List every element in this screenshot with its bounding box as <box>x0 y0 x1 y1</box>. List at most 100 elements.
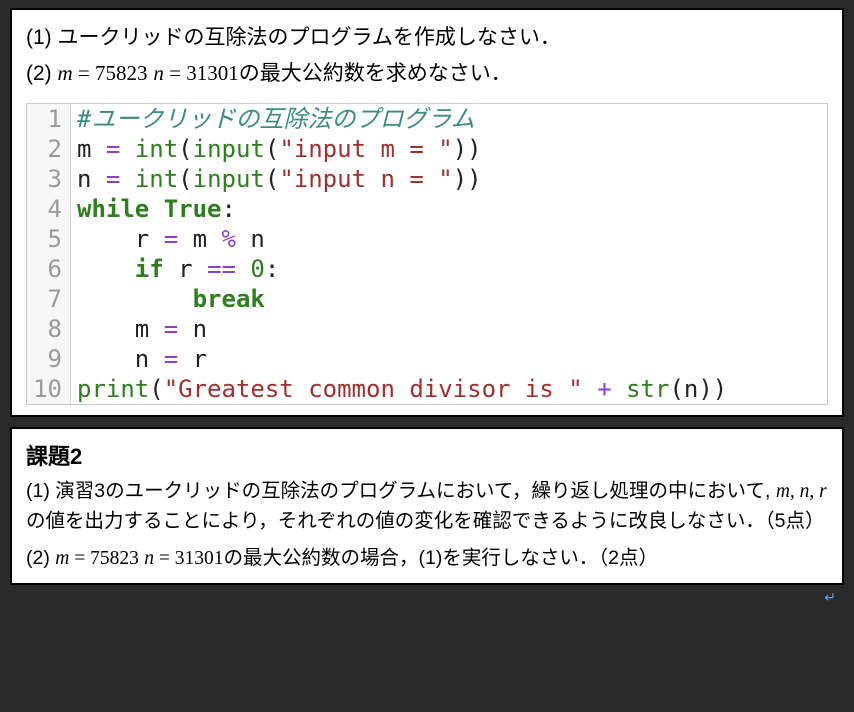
line-number: 10 <box>27 374 71 404</box>
line-number: 9 <box>27 344 71 374</box>
code-block: 1#ユークリッドの互除法のプログラム2m = int(input("input … <box>26 103 828 405</box>
token: ( <box>265 165 279 193</box>
token: ( <box>265 135 279 163</box>
token: m <box>178 225 221 253</box>
token: int <box>135 165 178 193</box>
eq-op: = <box>164 61 186 85</box>
code-line: 2m = int(input("input m = ")) <box>27 134 827 164</box>
token: str <box>626 375 669 403</box>
code-line: 4while True: <box>27 194 827 224</box>
val-n: 31301 <box>186 61 239 85</box>
token: = <box>164 225 178 253</box>
exercise-panel-1: ↵ (1) ユークリッドの互除法のプログラムを作成しなさい． (2) m = 7… <box>10 8 844 417</box>
code-line: 10print("Greatest common divisor is " + … <box>27 374 827 404</box>
token: : <box>222 195 236 223</box>
q1-pre: (1) 演習3のユークリッドの互除法のプログラムにおいて，繰り返し処理の中におい… <box>26 480 776 502</box>
token <box>77 285 193 313</box>
val-m: 75823 <box>90 548 139 569</box>
q2-prefix: (2) <box>26 547 55 569</box>
token <box>149 195 163 223</box>
val-m: 75823 <box>95 61 148 85</box>
line-number: 3 <box>27 164 71 194</box>
eq-op: = <box>73 61 95 85</box>
token: print <box>77 375 149 403</box>
token <box>77 255 135 283</box>
var-n: n <box>153 61 164 85</box>
token: int <box>135 135 178 163</box>
token: ( <box>149 375 163 403</box>
token: = <box>106 135 120 163</box>
q1-text: ユークリッドの互除法のプログラムを作成しなさい． <box>58 26 561 49</box>
newline-icon: ↵ <box>824 589 836 606</box>
code-content: break <box>71 284 265 314</box>
token: m <box>77 135 106 163</box>
question-1: (1) ユークリッドの互除法のプログラムを作成しなさい． <box>26 20 828 56</box>
eq-op: = <box>154 548 175 569</box>
code-content: if r == 0: <box>71 254 279 284</box>
token <box>583 375 597 403</box>
code-line: 3n = int(input("input n = ")) <box>27 164 827 194</box>
token: m <box>77 315 164 343</box>
token: == <box>207 255 236 283</box>
code-line: 5 r = m % n <box>27 224 827 254</box>
q2-prefix: (2) <box>26 62 58 85</box>
token: input <box>193 165 265 193</box>
token: % <box>222 225 236 253</box>
var-m: m <box>58 61 73 85</box>
var-m: m <box>55 548 69 569</box>
line-number: 2 <box>27 134 71 164</box>
code-content: #ユークリッドの互除法のプログラム <box>71 104 475 134</box>
token: = <box>164 315 178 343</box>
token: )) <box>453 135 482 163</box>
token: while <box>77 195 149 223</box>
code-line: 1#ユークリッドの互除法のプログラム <box>27 104 827 134</box>
token <box>120 165 134 193</box>
token: n <box>77 165 106 193</box>
code-content: m = int(input("input m = ")) <box>71 134 482 164</box>
token <box>236 255 250 283</box>
code-line: 6 if r == 0: <box>27 254 827 284</box>
token: r <box>77 225 164 253</box>
token: input <box>193 135 265 163</box>
token: True <box>164 195 222 223</box>
q1-vars: m, n, r <box>776 481 827 502</box>
line-number: 7 <box>27 284 71 314</box>
code-content: m = n <box>71 314 207 344</box>
assignment-q2: (2) m = 75823 n = 31301の最大公約数の場合，(1)を実行し… <box>26 544 828 573</box>
token: = <box>106 165 120 193</box>
var-n: n <box>144 548 154 569</box>
code-line: 7 break <box>27 284 827 314</box>
token: r <box>164 255 207 283</box>
assignment-q1: (1) 演習3のユークリッドの互除法のプログラムにおいて，繰り返し処理の中におい… <box>26 477 828 536</box>
q2-tail: の最大公約数を求めなさい． <box>239 62 512 85</box>
token: ( <box>178 135 192 163</box>
code-content: n = int(input("input n = ")) <box>71 164 482 194</box>
token: n <box>77 345 164 373</box>
token: n <box>178 315 207 343</box>
code-line: 9 n = r <box>27 344 827 374</box>
panel2-heading: 課題2 <box>26 439 828 471</box>
line-number: 8 <box>27 314 71 344</box>
token <box>120 135 134 163</box>
token: = <box>164 345 178 373</box>
line-number: 4 <box>27 194 71 224</box>
val-n: 31301 <box>175 548 224 569</box>
token: "Greatest common divisor is " <box>164 375 583 403</box>
token: n <box>236 225 265 253</box>
q2-tail: の最大公約数の場合，(1)を実行しなさい．（2点） <box>224 547 658 569</box>
token: break <box>193 285 265 313</box>
code-line: 8 m = n <box>27 314 827 344</box>
token: ( <box>178 165 192 193</box>
token: + <box>597 375 611 403</box>
code-content: r = m % n <box>71 224 265 254</box>
line-number: 6 <box>27 254 71 284</box>
token <box>612 375 626 403</box>
token: 0 <box>250 255 264 283</box>
q1-post: の値を出力することにより，それぞれの値の変化を確認できるように改良しなさい．（5… <box>26 510 824 532</box>
question-2: (2) m = 75823 n = 31301の最大公約数を求めなさい． <box>26 56 828 92</box>
code-content: print("Greatest common divisor is " + st… <box>71 374 727 404</box>
line-number: 1 <box>27 104 71 134</box>
token: if <box>135 255 164 283</box>
token: "input m = " <box>279 135 452 163</box>
code-content: while True: <box>71 194 236 224</box>
